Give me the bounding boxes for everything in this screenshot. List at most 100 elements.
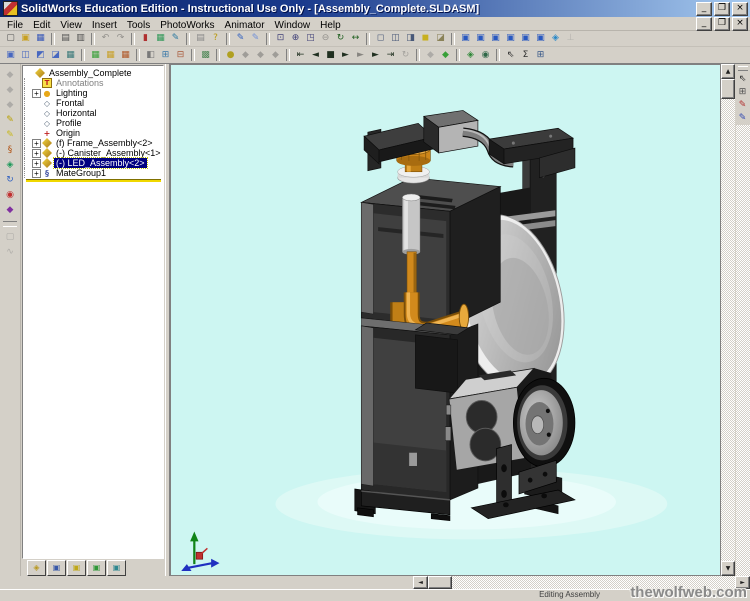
3d-sketch-button[interactable]: ✎ bbox=[736, 112, 749, 125]
edit-part-in-assembly-button[interactable]: ✎ bbox=[2, 113, 18, 128]
tree-item-horizontal[interactable]: ◇Horizontal bbox=[24, 108, 163, 118]
vertical-scrollbar[interactable]: ▲ ▼ bbox=[721, 64, 735, 576]
menu-help[interactable]: Help bbox=[315, 20, 346, 31]
mate-button[interactable]: § bbox=[2, 143, 18, 158]
menu-photoworks[interactable]: PhotoWorks bbox=[155, 20, 219, 31]
view-front-button[interactable]: ▣ bbox=[458, 32, 473, 45]
sketch-grid-button[interactable]: ⊞ bbox=[736, 86, 749, 99]
view-isometric-button[interactable]: ◈ bbox=[548, 32, 563, 45]
anim-step-back-button[interactable]: ◄ bbox=[308, 49, 323, 62]
menu-edit[interactable]: Edit bbox=[28, 20, 55, 31]
new-document-button[interactable]: ▢ bbox=[3, 32, 18, 45]
edit-texture-button[interactable]: ▦ bbox=[153, 32, 168, 45]
anim-record-button[interactable]: ● bbox=[223, 49, 238, 62]
move-component-button[interactable]: ◈ bbox=[2, 158, 18, 173]
pw-image-editor-button[interactable]: ▦ bbox=[118, 49, 133, 62]
vertical-scroll-thumb[interactable] bbox=[721, 79, 735, 99]
wireframe-button[interactable]: ◻ bbox=[373, 32, 388, 45]
rollback-bar[interactable] bbox=[26, 179, 161, 182]
physical-dynamics-button[interactable]: ∿ bbox=[2, 245, 18, 260]
open-document-button[interactable]: ▣ bbox=[18, 32, 33, 45]
propertymanager-tab[interactable]: ▣ bbox=[47, 560, 66, 576]
photoworks-manager-tab[interactable]: ▣ bbox=[87, 560, 106, 576]
tree-item-f-frame-assembly-2[interactable]: +(f) Frame_Assembly<2> bbox=[24, 138, 163, 148]
design-table-button[interactable]: ⊞ bbox=[533, 49, 548, 62]
scroll-up-button[interactable]: ▲ bbox=[721, 64, 735, 79]
pw-render-button[interactable]: ▣ bbox=[3, 49, 18, 62]
view-left-button[interactable]: ▣ bbox=[488, 32, 503, 45]
toolbar-grip[interactable] bbox=[738, 66, 748, 71]
tree-item-lighting[interactable]: +●Lighting bbox=[24, 88, 163, 98]
anim-sound-button[interactable]: ◆ bbox=[438, 49, 453, 62]
anim-loop-button[interactable]: ↻ bbox=[398, 49, 413, 62]
pw-copy-image-button[interactable]: ◧ bbox=[143, 49, 158, 62]
redo-button[interactable]: ↷ bbox=[113, 32, 128, 45]
scroll-left-button[interactable]: ◄ bbox=[413, 576, 428, 589]
pw-render-last-button[interactable]: ◪ bbox=[48, 49, 63, 62]
shaded-button[interactable]: ◼ bbox=[418, 32, 433, 45]
simulation-button[interactable]: ▢ bbox=[2, 230, 18, 245]
context-help-button[interactable]: ? bbox=[208, 32, 223, 45]
undo-button[interactable]: ↶ bbox=[98, 32, 113, 45]
horizontal-scroll-thumb[interactable] bbox=[428, 576, 452, 589]
expand-box[interactable]: + bbox=[32, 89, 41, 98]
vertical-scroll-track[interactable] bbox=[721, 99, 735, 561]
view-back-button[interactable]: ▣ bbox=[473, 32, 488, 45]
anim-camera-button[interactable]: ◆ bbox=[423, 49, 438, 62]
menu-tools[interactable]: Tools bbox=[122, 20, 155, 31]
edit-material-button[interactable]: ✎ bbox=[168, 32, 183, 45]
scroll-down-button[interactable]: ▼ bbox=[721, 561, 735, 576]
menu-insert[interactable]: Insert bbox=[87, 20, 122, 31]
expand-box[interactable]: + bbox=[32, 159, 41, 168]
rotate-component-button[interactable]: ↻ bbox=[2, 173, 18, 188]
anim-step-forward-button[interactable]: ► bbox=[368, 49, 383, 62]
zoom-area-button[interactable]: ◳ bbox=[303, 32, 318, 45]
normal-to-button[interactable]: ⊥ bbox=[563, 32, 578, 45]
pw-paste-settings-button[interactable]: ⊟ bbox=[173, 49, 188, 62]
interference-check-button[interactable]: ◆ bbox=[2, 203, 18, 218]
tree-item-mategroup1[interactable]: +§MateGroup1 bbox=[24, 168, 163, 178]
smart-mates-button[interactable]: ✎ bbox=[2, 128, 18, 143]
pw-copy-settings-button[interactable]: ⊞ bbox=[158, 49, 173, 62]
exploded-view-button[interactable]: ◉ bbox=[2, 188, 18, 203]
tree-item-annotations[interactable]: TAnnotations bbox=[24, 78, 163, 88]
child-restore-button[interactable]: ❐ bbox=[714, 17, 730, 31]
view-top-button[interactable]: ▣ bbox=[518, 32, 533, 45]
tree-item-frontal[interactable]: ◇Frontal bbox=[24, 98, 163, 108]
menu-animator[interactable]: Animator bbox=[220, 20, 270, 31]
anim-go-to-start-button[interactable]: ⇤ bbox=[293, 49, 308, 62]
menu-view[interactable]: View bbox=[55, 20, 87, 31]
zoom-in-out-button[interactable]: ⊕ bbox=[288, 32, 303, 45]
pw-render-selection-button[interactable]: ◩ bbox=[33, 49, 48, 62]
pw-scene-editor-button[interactable]: ▦ bbox=[88, 49, 103, 62]
hidden-lines-visible-button[interactable]: ◫ bbox=[388, 32, 403, 45]
anim-reload-button[interactable]: ◆ bbox=[253, 49, 268, 62]
anim-play-button[interactable]: ► bbox=[338, 49, 353, 62]
view-bottom-button[interactable]: ▣ bbox=[533, 32, 548, 45]
anim-delete-button[interactable]: ◆ bbox=[268, 49, 283, 62]
file-properties-button[interactable]: ▤ bbox=[193, 32, 208, 45]
tree-item-assembly-complete[interactable]: Assembly_Complete bbox=[24, 68, 163, 78]
pw-material-editor-button[interactable]: ▦ bbox=[103, 49, 118, 62]
configurationmanager-tab[interactable]: ▣ bbox=[67, 560, 86, 576]
hidden-lines-removed-button[interactable]: ◨ bbox=[403, 32, 418, 45]
print-button[interactable]: ▤ bbox=[58, 32, 73, 45]
tree-item-canister-assembly-1[interactable]: +(-) Canister_Assembly<1> bbox=[24, 148, 163, 158]
anim-options-button[interactable]: ◉ bbox=[478, 49, 493, 62]
edit-part-button[interactable]: ✎ bbox=[233, 32, 248, 45]
minimize-button[interactable]: _ bbox=[696, 2, 712, 16]
tree-item-origin[interactable]: +Origin bbox=[24, 128, 163, 138]
tree-item-led-assembly-2[interactable]: +(-) LED_Assembly<2> bbox=[24, 158, 163, 168]
sketch-button[interactable]: ✎ bbox=[736, 99, 749, 112]
rotate-view-button[interactable]: ↻ bbox=[333, 32, 348, 45]
select-arrow-button[interactable]: ⇖ bbox=[503, 49, 518, 62]
graphics-viewport[interactable] bbox=[170, 64, 721, 576]
menu-window[interactable]: Window bbox=[270, 20, 316, 31]
pw-render-to-file-button[interactable]: ▦ bbox=[63, 49, 78, 62]
insert-component-button[interactable]: ◆ bbox=[2, 68, 18, 83]
hide-show-component-button[interactable]: ◆ bbox=[2, 83, 18, 98]
expand-box[interactable]: + bbox=[32, 149, 41, 158]
save-document-button[interactable]: ▦ bbox=[33, 32, 48, 45]
change-suppression-button[interactable]: ◆ bbox=[2, 98, 18, 113]
anim-save-button[interactable]: ◆ bbox=[238, 49, 253, 62]
